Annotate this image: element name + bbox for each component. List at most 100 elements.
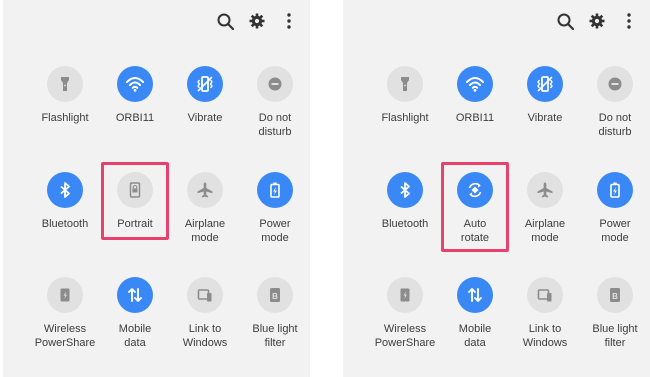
tile-label: Blue light filter <box>592 323 638 349</box>
tile-label: Flashlight <box>41 112 89 124</box>
link-to-windows-icon <box>197 289 212 302</box>
toggle-button[interactable] <box>117 172 153 208</box>
airplane-icon <box>537 182 553 198</box>
toggle-button[interactable] <box>527 277 563 313</box>
more-options-icon[interactable] <box>278 10 300 32</box>
toggle-button[interactable] <box>117 66 153 102</box>
toggle-button[interactable] <box>47 277 83 313</box>
tile-label: Auto rotate <box>460 218 490 244</box>
quick-tile-do-not-disturb[interactable]: Do not disturb <box>575 66 650 156</box>
toggle-button[interactable]: B <box>257 277 293 313</box>
tile-label: Vibrate <box>187 112 223 124</box>
quick-tile-airplane[interactable]: Airplane mode <box>505 172 585 262</box>
toggle-button[interactable] <box>187 172 223 208</box>
svg-text:B: B <box>612 292 618 301</box>
toggle-button[interactable] <box>457 66 493 102</box>
toggle-button[interactable] <box>527 172 563 208</box>
top-bar <box>554 10 640 32</box>
tile-label: Do not disturb <box>598 112 632 138</box>
tile-label: Airplane mode <box>524 218 566 244</box>
tile-label: Bluetooth <box>381 218 429 230</box>
wifi-icon <box>126 77 144 92</box>
bluetooth-icon <box>60 182 70 198</box>
wireless-powershare-icon <box>400 288 410 302</box>
mobile-data-icon <box>468 288 482 302</box>
toggle-button[interactable] <box>187 277 223 313</box>
quick-tile-blue-light-filter[interactable]: B Blue light filter <box>235 277 315 367</box>
tile-label: Wireless PowerShare <box>34 323 96 349</box>
blue-light-filter-icon: B <box>610 288 620 302</box>
toggle-button[interactable] <box>187 66 223 102</box>
quick-tile-link-to-windows[interactable]: Link to Windows <box>505 277 585 367</box>
quick-tile-wireless-powershare[interactable]: Wireless PowerShare <box>25 277 105 367</box>
quick-tile-bluetooth[interactable]: Bluetooth <box>25 172 105 262</box>
toggle-button[interactable] <box>257 172 293 208</box>
airplane-icon <box>197 182 213 198</box>
quick-tile-wifi[interactable]: ORBI11 <box>95 66 175 156</box>
tile-label: Flashlight <box>381 112 429 124</box>
tile-label: Do not disturb <box>258 112 292 138</box>
toggle-button[interactable] <box>597 172 633 208</box>
quick-tile-link-to-windows[interactable]: Link to Windows <box>165 277 245 367</box>
more-options-icon <box>287 13 291 29</box>
quick-tile-bluetooth[interactable]: Bluetooth <box>365 172 445 262</box>
toggle-button[interactable] <box>527 66 563 102</box>
search-icon[interactable] <box>554 10 576 32</box>
blue-light-filter-icon: B <box>270 288 280 302</box>
quick-tile-portrait-lock[interactable]: Portrait <box>95 172 175 262</box>
do-not-disturb-icon <box>268 77 282 91</box>
toggle-button[interactable] <box>457 277 493 313</box>
quick-tile-vibrate[interactable]: Vibrate <box>165 66 245 156</box>
quick-tile-power-mode[interactable]: Power mode <box>575 172 650 262</box>
search-icon[interactable] <box>214 10 236 32</box>
more-options-icon[interactable] <box>618 10 640 32</box>
toggle-button[interactable] <box>47 66 83 102</box>
tile-label: Vibrate <box>527 112 563 124</box>
quick-tile-mobile-data[interactable]: Mobile data <box>435 277 515 367</box>
settings-gear-icon <box>589 13 605 29</box>
quick-settings-panel-left: Flashlight ORBI11 Vibrate Do not disturb Blu… <box>3 0 310 377</box>
quick-tile-mobile-data[interactable]: Mobile data <box>95 277 175 367</box>
quick-tile-do-not-disturb[interactable]: Do not disturb <box>235 66 315 156</box>
flashlight-icon <box>61 77 69 91</box>
quick-tile-flashlight[interactable]: Flashlight <box>25 66 105 156</box>
quick-tile-blue-light-filter[interactable]: B Blue light filter <box>575 277 650 367</box>
toggle-button[interactable] <box>387 66 423 102</box>
vibrate-icon <box>197 76 213 92</box>
quick-tile-airplane[interactable]: Airplane mode <box>165 172 245 262</box>
toggle-button[interactable] <box>457 172 493 208</box>
tile-label: Portrait <box>117 218 153 230</box>
settings-gear-icon <box>249 13 265 29</box>
quick-tile-vibrate[interactable]: Vibrate <box>505 66 585 156</box>
more-options-icon <box>627 13 631 29</box>
auto-rotate-icon <box>468 182 482 198</box>
wireless-powershare-icon <box>60 288 70 302</box>
tile-label: Link to Windows <box>182 323 228 349</box>
tile-label: Power mode <box>259 218 291 244</box>
toggle-button[interactable]: B <box>597 277 633 313</box>
quick-tile-auto-rotate[interactable]: Auto rotate <box>435 172 515 262</box>
tile-label: Mobile data <box>458 323 492 349</box>
svg-text:B: B <box>272 292 278 301</box>
tile-label: Blue light filter <box>252 323 298 349</box>
quick-tile-wireless-powershare[interactable]: Wireless PowerShare <box>365 277 445 367</box>
toggle-button[interactable] <box>117 277 153 313</box>
quick-tile-power-mode[interactable]: Power mode <box>235 172 315 262</box>
toggle-button[interactable] <box>257 66 293 102</box>
toggle-button[interactable] <box>387 172 423 208</box>
tile-label: ORBI11 <box>115 112 155 124</box>
toggle-button[interactable] <box>47 172 83 208</box>
quick-tile-wifi[interactable]: ORBI11 <box>435 66 515 156</box>
toggle-button[interactable] <box>387 277 423 313</box>
tile-label: Airplane mode <box>184 218 226 244</box>
toggle-button[interactable] <box>597 66 633 102</box>
tile-label: Power mode <box>599 218 631 244</box>
settings-gear-icon[interactable] <box>246 10 268 32</box>
link-to-windows-icon <box>537 289 552 302</box>
quick-tile-flashlight[interactable]: Flashlight <box>365 66 445 156</box>
tile-label: ORBI11 <box>455 112 495 124</box>
tile-label: Mobile data <box>118 323 152 349</box>
search-icon <box>557 13 574 30</box>
do-not-disturb-icon <box>608 77 622 91</box>
settings-gear-icon[interactable] <box>586 10 608 32</box>
